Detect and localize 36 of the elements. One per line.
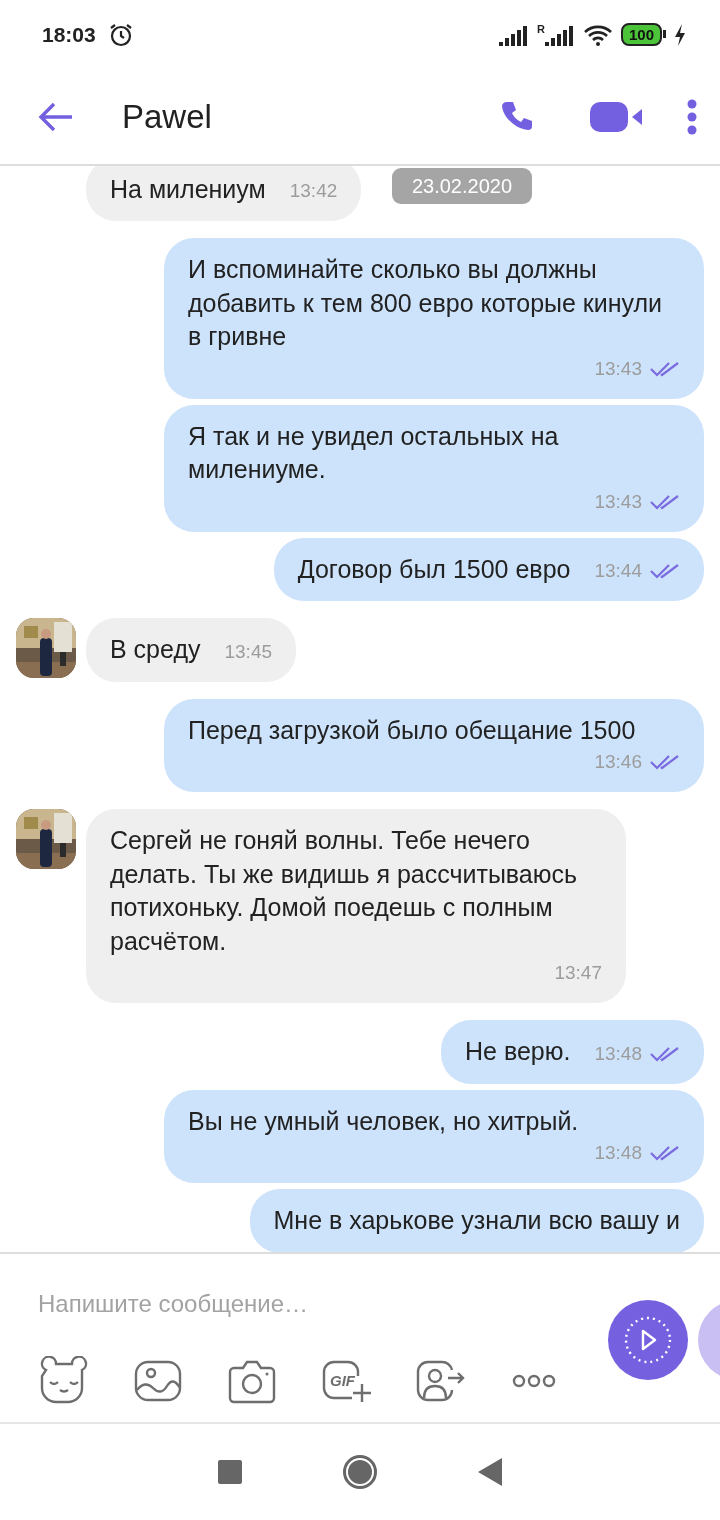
- message-time: 13:48: [594, 1141, 642, 1166]
- message-time: 13:43: [594, 489, 642, 514]
- video-call-button[interactable]: [590, 99, 642, 134]
- recents-button[interactable]: [218, 1460, 242, 1485]
- date-label: 23.02.2020: [392, 167, 532, 204]
- message-text: Мне в харькове узнали всю вашу и: [273, 1205, 680, 1237]
- more-icon: [512, 1374, 556, 1389]
- message-text: Перед загрузкой было обещание 1500: [188, 714, 636, 746]
- message-text: Не верю.: [465, 1036, 571, 1068]
- roaming-mark: R: [537, 23, 545, 35]
- charging-icon: [674, 23, 686, 46]
- home-button[interactable]: [342, 1454, 378, 1491]
- message-text: В среду: [110, 634, 201, 666]
- gif-button[interactable]: GIF: [318, 1356, 374, 1407]
- message-time: 13:48: [594, 1041, 642, 1066]
- message-time: 13:46: [594, 750, 642, 775]
- message-time: 13:47: [554, 961, 602, 986]
- message-text: Договор был 1500 евро: [297, 553, 571, 585]
- signal-icon: [499, 23, 529, 46]
- back-nav-button[interactable]: [478, 1458, 502, 1487]
- message-time: 13:42: [289, 179, 338, 204]
- contact-name: Pawel: [122, 97, 212, 138]
- back-button[interactable]: [38, 100, 74, 133]
- message-text: И вспоминайте сколько вы должны добавить к тем 800 евро которые кинули в гривне: [188, 254, 664, 353]
- more-options-button[interactable]: [686, 98, 698, 135]
- message-text: Вы не умный человек, но хитрый.: [188, 1105, 579, 1137]
- message-time: 13:43: [594, 356, 642, 381]
- clock-time: 18:03: [42, 22, 96, 49]
- wifi-icon: [582, 23, 613, 46]
- message-text: На милениум: [110, 173, 266, 205]
- message-text: Я так и не увидел остальных на милениуме.: [188, 420, 560, 486]
- signal-icon: [544, 23, 575, 46]
- message-time: 13:44: [594, 559, 642, 584]
- message-text: Сергей не гоняй волны. Тебе нечего делать. Ты же видишь я рассчитываюсь потихоньку. Домой поедешь с полным расчётом.: [110, 825, 579, 957]
- message-time: 13:45: [224, 639, 272, 664]
- message-input-field[interactable]: Напишите сообщение…: [38, 1286, 558, 1323]
